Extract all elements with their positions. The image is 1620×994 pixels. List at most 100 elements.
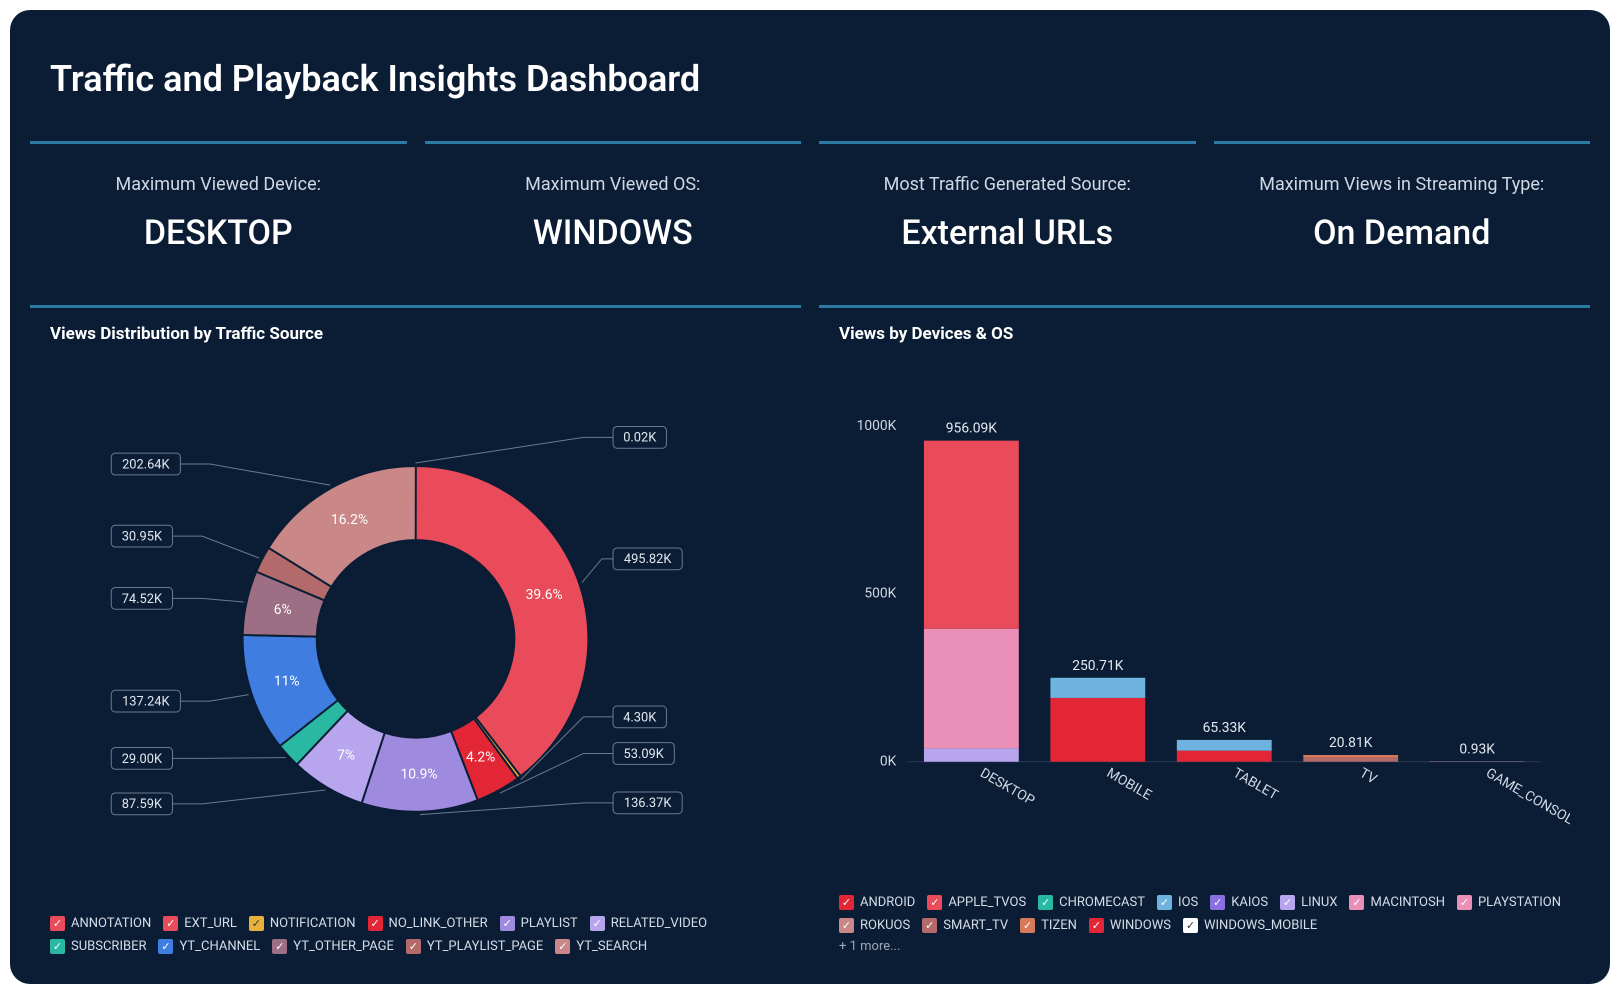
legend-item[interactable]: ✓ PLAYLIST: [500, 916, 578, 931]
check-icon: ✓: [1038, 895, 1053, 910]
kpi-value: WINDOWS: [435, 213, 792, 253]
bar-segment[interactable]: [1177, 751, 1272, 762]
check-icon: ✓: [1280, 895, 1295, 910]
bar-segment[interactable]: [1303, 758, 1398, 762]
legend-item[interactable]: ✓RELATED_VIDEO: [590, 916, 707, 931]
kpi-os: Maximum Viewed OS: WINDOWS: [425, 141, 802, 287]
slice-pct: 7%: [337, 747, 355, 763]
donut-legend: ✓ANNOTATION✓EXT_URL✓NOTIFICATION✓NO_LINK…: [50, 904, 781, 954]
legend-item[interactable]: ✓ANDROID: [839, 895, 915, 910]
legend-item[interactable]: ✓KAIOS: [1210, 895, 1268, 910]
callout-value: 29.00K: [122, 752, 163, 767]
kpi-value: On Demand: [1224, 213, 1581, 253]
legend-label: YT_SEARCH: [576, 939, 647, 954]
check-icon: ✓: [1157, 895, 1172, 910]
callout-value: 53.09K: [624, 747, 665, 762]
check-icon: ✓: [1457, 895, 1472, 910]
legend-label: MACINTOSH: [1370, 895, 1444, 910]
legend-label: KAIOS: [1231, 895, 1268, 910]
bar-total: 250.71K: [1072, 658, 1123, 674]
callout-value: 495.82K: [624, 552, 672, 567]
bar-body: 0K500K1000K956.09KDESKTOP250.71KMOBILE65…: [839, 354, 1570, 883]
bar-total: 956.09K: [946, 421, 997, 437]
page-title: Traffic and Playback Insights Dashboard: [30, 28, 1590, 141]
legend-item[interactable]: ✓TIZEN: [1020, 918, 1077, 933]
legend-label: IOS: [1178, 895, 1198, 910]
charts-row: Views Distribution by Traffic Source 0.0…: [30, 305, 1590, 966]
legend-item[interactable]: ✓ ANNOTATION: [50, 916, 151, 931]
y-tick: 500K: [864, 586, 896, 602]
legend-item[interactable]: ✓SMART_TV: [922, 918, 1008, 933]
bar-legend-more[interactable]: + 1 more...: [839, 933, 1570, 954]
kpi-device: Maximum Viewed Device: DESKTOP: [30, 141, 407, 287]
callout-value: 30.95K: [122, 530, 163, 545]
legend-label: ROKUOS: [860, 918, 910, 933]
bar-total: 20.81K: [1329, 735, 1373, 751]
check-icon: ✓: [158, 939, 173, 954]
check-icon: ✓: [1349, 895, 1364, 910]
kpi-label: Maximum Viewed OS:: [435, 174, 792, 195]
x-tick: TABLET: [1230, 765, 1280, 803]
legend-item[interactable]: ✓YT_CHANNEL: [158, 939, 260, 954]
donut-body: 0.02K39.6%495.82K4.30K4.2%53.09K10.9%136…: [50, 354, 781, 904]
legend-label: YT_OTHER_PAGE: [293, 939, 394, 954]
legend-label: NO_LINK_OTHER: [389, 916, 488, 931]
legend-label: TIZEN: [1041, 918, 1077, 933]
legend-item[interactable]: ✓SUBSCRIBER: [50, 939, 146, 954]
bar-segment[interactable]: [924, 629, 1019, 749]
legend-item[interactable]: ✓ PLAYSTATION: [1457, 895, 1561, 910]
legend-label: ANNOTATION: [71, 916, 151, 931]
legend-item[interactable]: ✓ IOS: [1157, 895, 1198, 910]
donut-slice[interactable]: [416, 466, 589, 776]
legend-label: PLAYLIST: [521, 916, 578, 931]
legend-item[interactable]: ✓LINUX: [1280, 895, 1337, 910]
callout-value: 0.02K: [623, 431, 657, 446]
legend-item[interactable]: ✓ROKUOS: [839, 918, 910, 933]
legend-item[interactable]: ✓ YT_SEARCH: [555, 939, 647, 954]
bar-total: 65.33K: [1203, 720, 1247, 736]
check-icon: ✓: [406, 939, 421, 954]
legend-label: WINDOWS_MOBILE: [1204, 918, 1317, 933]
legend-item[interactable]: ✓EXT_URL: [163, 916, 237, 931]
legend-item[interactable]: ✓WINDOWS_MOBILE: [1183, 918, 1317, 933]
bar-segment[interactable]: [1050, 698, 1145, 762]
donut-chart[interactable]: 0.02K39.6%495.82K4.30K4.2%53.09K10.9%136…: [50, 354, 781, 904]
y-tick: 1000K: [857, 418, 897, 434]
legend-label: NOTIFICATION: [270, 916, 356, 931]
check-icon: ✓: [50, 939, 65, 954]
bar-segment[interactable]: [1050, 678, 1145, 698]
bar-segment[interactable]: [924, 748, 1019, 761]
bar-card: Views by Devices & OS 0K500K1000K956.09K…: [819, 305, 1590, 966]
bar-segment[interactable]: [924, 441, 1019, 629]
legend-label: YT_PLAYLIST_PAGE: [427, 939, 543, 954]
kpi-label: Maximum Viewed Device:: [40, 174, 397, 195]
legend-item[interactable]: ✓APPLE_TVOS: [927, 895, 1026, 910]
legend-item[interactable]: ✓YT_OTHER_PAGE: [272, 939, 394, 954]
callout-value: 87.59K: [122, 797, 163, 812]
donut-title: Views Distribution by Traffic Source: [50, 324, 781, 344]
callout-value: 74.52K: [122, 592, 163, 607]
slice-pct: 16.2%: [331, 512, 368, 528]
legend-item[interactable]: ✓CHROMECAST: [1038, 895, 1145, 910]
legend-label: EXT_URL: [184, 916, 237, 931]
kpi-source: Most Traffic Generated Source: External …: [819, 141, 1196, 287]
legend-item[interactable]: ✓NO_LINK_OTHER: [368, 916, 488, 931]
legend-item[interactable]: ✓ NOTIFICATION: [249, 916, 356, 931]
legend-item[interactable]: ✓ MACINTOSH: [1349, 895, 1444, 910]
check-icon: ✓: [500, 916, 515, 931]
check-icon: ✓: [249, 916, 264, 931]
x-tick: GAME_CONSOLE: [1483, 765, 1570, 832]
legend-item[interactable]: ✓WINDOWS: [1089, 918, 1171, 933]
legend-label: APPLE_TVOS: [948, 895, 1026, 910]
legend-label: PLAYSTATION: [1478, 895, 1561, 910]
bar-segment[interactable]: [1303, 755, 1398, 758]
kpi-value: External URLs: [829, 213, 1186, 253]
bar-chart[interactable]: 0K500K1000K956.09KDESKTOP250.71KMOBILE65…: [839, 354, 1570, 883]
donut-card: Views Distribution by Traffic Source 0.0…: [30, 305, 801, 966]
kpi-value: DESKTOP: [40, 213, 397, 253]
bar-segment[interactable]: [1177, 740, 1272, 751]
slice-pct: 39.6%: [526, 587, 563, 603]
check-icon: ✓: [555, 939, 570, 954]
legend-item[interactable]: ✓ YT_PLAYLIST_PAGE: [406, 939, 543, 954]
check-icon: ✓: [50, 916, 65, 931]
